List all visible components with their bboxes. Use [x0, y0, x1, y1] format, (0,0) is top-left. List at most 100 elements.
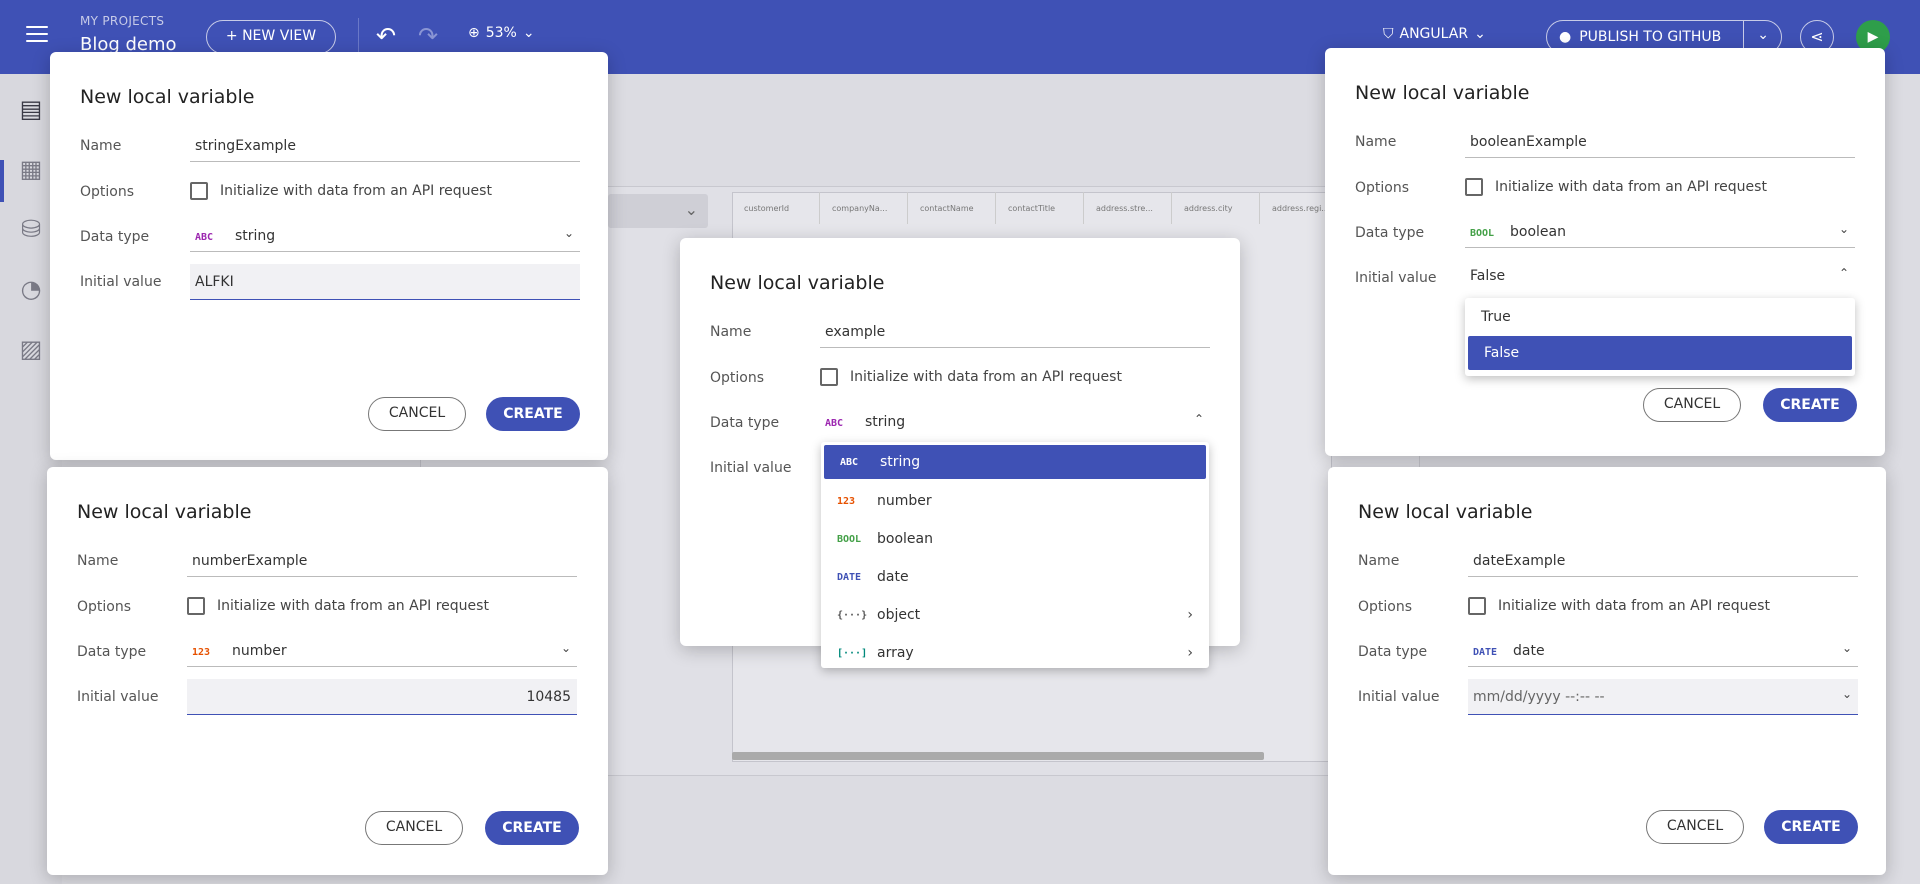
dropdown-option-string[interactable]: ABC string — [824, 445, 1206, 479]
angular-icon: ⛉ — [1383, 26, 1394, 42]
number-type-icon: 123 — [192, 647, 211, 658]
create-button[interactable]: CREATE — [485, 811, 579, 845]
name-field[interactable]: numberExample — [187, 545, 577, 577]
checkbox-box[interactable] — [1465, 178, 1483, 196]
dialog-title: New local variable — [80, 86, 255, 108]
option-label: False — [1484, 345, 1520, 361]
api-request-checkbox[interactable]: Initialize with data from an API request — [190, 182, 492, 200]
cancel-button[interactable]: CANCEL — [365, 811, 463, 845]
chevron-down-icon[interactable]: ⌄ — [1842, 687, 1852, 701]
dropdown-option-boolean[interactable]: BOOL boolean — [821, 520, 1209, 558]
components-icon[interactable]: ▦ — [16, 154, 46, 184]
images-icon[interactable]: ▨ — [16, 334, 46, 364]
chevron-up-icon: ⌃ — [1193, 412, 1204, 426]
option-label: boolean — [877, 531, 933, 547]
dropdown-option-array[interactable]: [···] array › — [821, 634, 1209, 672]
checkbox-label: Initialize with data from an API request — [217, 598, 489, 614]
zoom-control[interactable]: ⊕ 53% ⌄ — [468, 25, 535, 41]
zoom-icon: ⊕ — [468, 25, 480, 41]
name-field[interactable]: example — [820, 316, 1210, 348]
cancel-button[interactable]: CANCEL — [1646, 810, 1744, 844]
api-request-checkbox[interactable]: Initialize with data from an API request — [1468, 597, 1770, 615]
framework-selector[interactable]: ⛉ ANGULAR ⌄ — [1383, 26, 1486, 42]
name-field[interactable]: stringExample — [190, 130, 580, 162]
create-button[interactable]: CREATE — [1763, 388, 1857, 422]
dropdown-option-false[interactable]: False — [1468, 336, 1852, 370]
name-label: Name — [80, 138, 122, 154]
create-button[interactable]: CREATE — [486, 397, 580, 431]
zoom-level: 53% — [485, 25, 517, 41]
canvas-select — [608, 194, 708, 228]
checkbox-label: Initialize with data from an API request — [1495, 179, 1767, 195]
data-type-select[interactable]: BOOL boolean ⌄ — [1465, 216, 1855, 248]
name-label: Name — [710, 324, 752, 340]
framework-label: ANGULAR — [1399, 26, 1469, 42]
chevron-down-icon: ⌄ — [1474, 26, 1486, 42]
grid-header: address.city — [1172, 192, 1260, 224]
option-label: object — [877, 607, 921, 623]
name-field[interactable]: booleanExample — [1465, 126, 1855, 158]
checkbox-box[interactable] — [187, 597, 205, 615]
string-type-icon: ABC — [840, 456, 859, 468]
initial-value-input[interactable]: 10485 — [187, 679, 577, 715]
database-icon[interactable]: ⛁ — [16, 214, 46, 244]
dropdown-option-true[interactable]: True — [1465, 298, 1855, 336]
object-type-icon: {···} — [837, 609, 868, 621]
options-label: Options — [80, 184, 135, 200]
checkbox-label: Initialize with data from an API request — [850, 369, 1122, 385]
new-view-button[interactable]: + NEW VIEW — [206, 20, 336, 54]
api-request-checkbox[interactable]: Initialize with data from an API request — [1465, 178, 1767, 196]
redo-icon[interactable]: ↷ — [418, 24, 438, 48]
data-type-select[interactable]: 123 number ⌄ — [187, 635, 577, 667]
option-label: number — [877, 493, 932, 509]
dialog-number-variable: New local variable Name numberExample Op… — [47, 467, 608, 875]
data-type-label: Data type — [710, 415, 780, 431]
chevron-down-icon[interactable]: ⌄ — [1757, 27, 1769, 43]
cancel-button[interactable]: CANCEL — [368, 397, 466, 431]
data-type-select[interactable]: DATE date ⌄ — [1468, 635, 1858, 667]
cancel-button[interactable]: CANCEL — [1643, 388, 1741, 422]
data-grid-headers: customerId companyNa... contactName cont… — [732, 192, 1348, 224]
dropdown-option-number[interactable]: 123 number — [821, 482, 1209, 520]
api-request-checkbox[interactable]: Initialize with data from an API request — [187, 597, 489, 615]
options-label: Options — [710, 370, 765, 386]
initial-value-label: Initial value — [710, 460, 792, 476]
chevron-right-icon: › — [1187, 607, 1193, 623]
initial-value-input[interactable]: ALFKI — [190, 264, 580, 300]
undo-icon[interactable]: ↶ — [376, 24, 396, 48]
name-label: Name — [1358, 553, 1400, 569]
grid-header: companyNa... — [820, 192, 908, 224]
checkbox-box[interactable] — [190, 182, 208, 200]
data-type-label: Data type — [1358, 644, 1428, 660]
data-type-value: number — [232, 643, 287, 659]
initial-value-dropdown: True False — [1465, 298, 1855, 376]
views-icon[interactable]: ▤ — [16, 94, 46, 124]
dialog-title: New local variable — [1358, 501, 1533, 523]
date-type-icon: DATE — [1473, 647, 1498, 658]
sidebar-active-indicator — [0, 160, 4, 202]
initial-value-datetime[interactable]: mm/dd/yyyy --:-- -- ⌄ — [1468, 679, 1858, 715]
data-type-select[interactable]: ABC string ⌄ — [190, 220, 580, 252]
data-type-value: boolean — [1510, 224, 1566, 240]
chevron-down-icon: ⌄ — [560, 641, 571, 655]
name-field[interactable]: dateExample — [1468, 545, 1858, 577]
dropdown-option-object[interactable]: {···} object › — [821, 596, 1209, 634]
options-label: Options — [1358, 599, 1413, 615]
checkbox-box[interactable] — [820, 368, 838, 386]
initial-value-select[interactable]: False ⌃ — [1465, 260, 1855, 292]
data-type-select[interactable]: ABC string ⌃ — [820, 406, 1210, 438]
my-projects-link[interactable]: MY PROJECTS — [80, 14, 164, 28]
create-button[interactable]: CREATE — [1764, 810, 1858, 844]
grid-header: contactTitle — [996, 192, 1084, 224]
data-type-dropdown: ABC string 123 number BOOL boolean DATE date… — [821, 442, 1209, 668]
chevron-right-icon: › — [1187, 645, 1193, 661]
palette-icon[interactable]: ◔ — [16, 274, 46, 304]
github-icon: ● — [1559, 29, 1572, 45]
checkbox-box[interactable] — [1468, 597, 1486, 615]
initial-value-label: Initial value — [77, 689, 159, 705]
initial-value-label: Initial value — [80, 274, 162, 290]
hamburger-menu-icon[interactable] — [26, 26, 48, 46]
data-type-value: string — [865, 414, 906, 430]
dropdown-option-date[interactable]: DATE date — [821, 558, 1209, 596]
api-request-checkbox[interactable]: Initialize with data from an API request — [820, 368, 1122, 386]
